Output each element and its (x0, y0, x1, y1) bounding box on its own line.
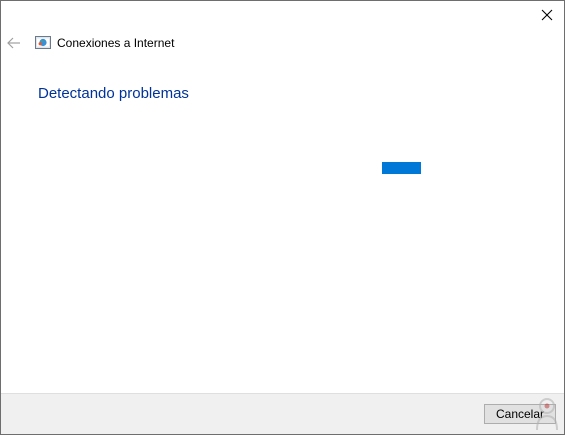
close-button[interactable] (530, 1, 564, 29)
cancel-button[interactable]: Cancelar (484, 404, 556, 424)
window-title: Conexiones a Internet (57, 36, 175, 50)
back-button[interactable] (5, 34, 23, 52)
back-arrow-icon (7, 37, 20, 49)
progress-indicator (382, 162, 421, 174)
close-icon (541, 9, 553, 21)
progress-bar (101, 162, 461, 174)
title-bar: Conexiones a Internet (1, 29, 564, 57)
internet-connections-icon (35, 36, 51, 49)
page-heading: Detectando problemas (38, 85, 189, 102)
footer-bar: Cancelar (1, 393, 564, 434)
troubleshooter-window: Conexiones a Internet Detectando problem… (0, 0, 565, 435)
